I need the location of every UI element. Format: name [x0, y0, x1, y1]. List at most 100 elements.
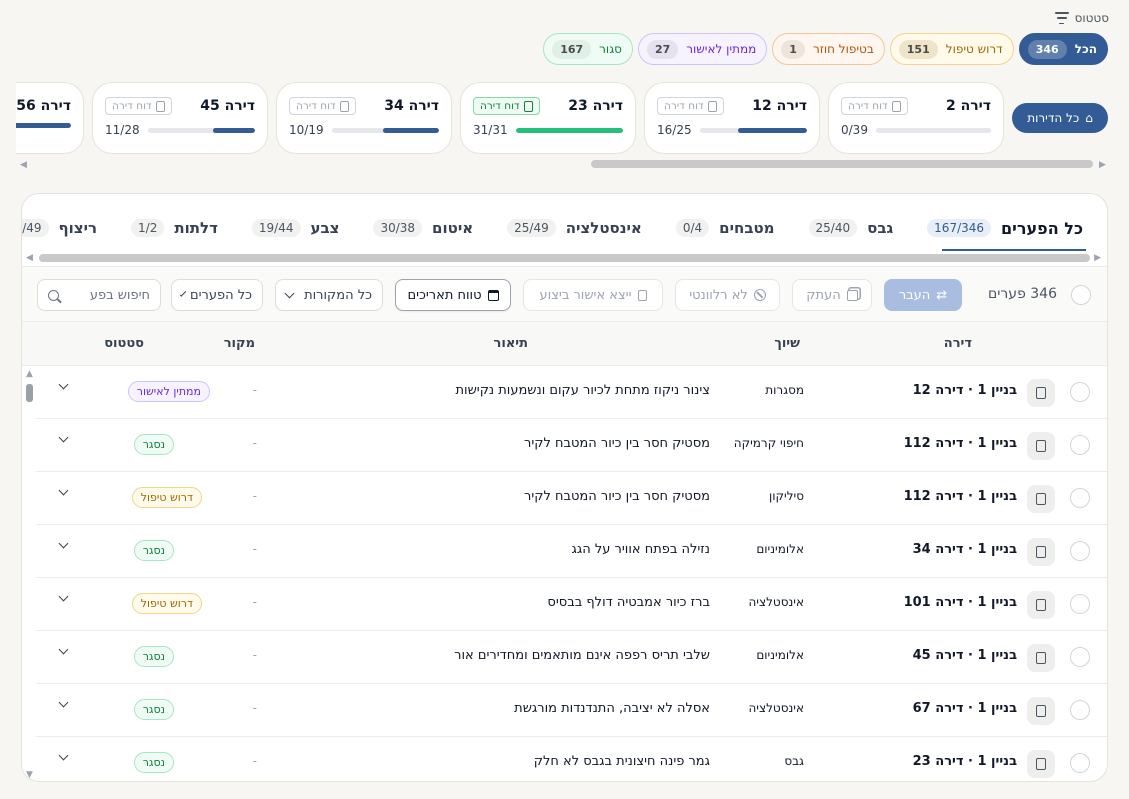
progress-bar-fill	[212, 127, 255, 133]
tabs-scrollbar[interactable]	[39, 254, 1090, 262]
copy-button[interactable]: העתק	[792, 279, 872, 311]
apartment-progress: 31/31	[473, 123, 623, 137]
clipboard-icon[interactable]	[1027, 538, 1055, 566]
export-approval-button[interactable]: ייצא אישור ביצוע	[523, 279, 663, 311]
apartment-card[interactable]: דירה 2 דוח דירה 0/39	[828, 82, 1004, 154]
expand-chevron-icon[interactable]	[58, 750, 69, 761]
table-row[interactable]: בניין 1 · דירה 23 גבס גמר פינה חיצונית בגב…	[36, 737, 1107, 781]
expand-chevron-icon[interactable]	[58, 591, 69, 602]
status-chip-back[interactable]: בטיפול חוזר 1	[772, 33, 885, 65]
document-icon	[637, 289, 647, 301]
row-checkbox[interactable]	[1070, 753, 1090, 773]
status-badge: נסגר	[133, 752, 174, 773]
clipboard-icon[interactable]	[1027, 750, 1055, 778]
apartment-report-button[interactable]: דוח דירה	[289, 97, 356, 115]
apartments-scrollbar[interactable]	[591, 160, 1093, 168]
table-row[interactable]: בניין 1 · דירה 34 אלומיניום נזילה בפתח אוו…	[36, 525, 1107, 578]
apartment-report-button[interactable]: דוח דירה	[105, 97, 172, 115]
tab-7[interactable]: ריצוף 30/49	[22, 216, 97, 240]
tab-3[interactable]: אינסטלציה 25/49	[507, 216, 642, 240]
table-row[interactable]: בניין 1 · דירה 45 אלומיניום שלבי תריס רפפה…	[36, 631, 1107, 684]
clipboard-icon[interactable]	[1027, 379, 1055, 407]
expand-chevron-icon[interactable]	[58, 697, 69, 708]
clipboard-icon[interactable]	[1027, 591, 1055, 619]
expand-chevron-icon[interactable]	[58, 379, 69, 390]
apartment-card[interactable]: דירה 23 דוח דירה 31/31	[460, 82, 636, 154]
expand-chevron-icon[interactable]	[58, 644, 69, 655]
table-scroll-up-icon[interactable]: ▲	[26, 369, 33, 379]
gaps-toolbar: 346 פערים ⇄ העבר העתק לא רלוונטי ייצא איש…	[22, 266, 1107, 322]
status-chip-all[interactable]: הכל 346	[1018, 33, 1108, 65]
apartment-card-header: דירה 56	[16, 95, 71, 117]
clipboard-icon[interactable]	[1027, 432, 1055, 460]
apartment-card[interactable]: דירה 12 דוח דירה 16/25	[644, 82, 820, 154]
tab-6[interactable]: דלתות 1/2	[131, 216, 218, 240]
tab-5[interactable]: צבע 19/44	[251, 216, 339, 240]
move-button[interactable]: ⇄ העבר	[884, 279, 962, 311]
progress-bar	[699, 127, 807, 133]
row-source: -	[252, 648, 257, 662]
document-icon	[707, 100, 717, 112]
status-badge: ממתין לאישור	[127, 381, 210, 402]
apartment-card[interactable]: דירה 34 דוח דירה 10/19	[276, 82, 452, 154]
clipboard-icon[interactable]	[1027, 697, 1055, 725]
status-chip-wait[interactable]: ממתין לאישור 27	[637, 33, 768, 65]
apartment-card-header: דירה 2 דוח דירה	[841, 95, 991, 117]
apartment-card[interactable]: דירה 56	[16, 82, 84, 154]
tabs-scroll-right-icon[interactable]: ▶	[1094, 253, 1101, 263]
status-chip-treat[interactable]: דרוש טיפול 151	[889, 33, 1014, 65]
expand-chevron-icon[interactable]	[58, 485, 69, 496]
status-chip-count: 167	[552, 39, 592, 59]
apartment-report-button[interactable]: דוח דירה	[841, 97, 908, 115]
status-title: סטטוס	[1074, 11, 1109, 25]
row-apartment: בניין 1 · דירה 34	[912, 542, 1017, 557]
expand-chevron-icon[interactable]	[58, 432, 69, 443]
irrelevant-button[interactable]: לא רלוונטי	[675, 279, 780, 311]
apartment-card-header: דירה 12 דוח דירה	[657, 95, 807, 117]
row-checkbox[interactable]	[1070, 382, 1090, 402]
tab-label: איטום	[432, 219, 474, 237]
tab-1[interactable]: גבס 25/40	[808, 216, 893, 240]
tab-4[interactable]: איטום 30/38	[373, 216, 473, 240]
select-all-checkbox[interactable]	[1071, 285, 1091, 305]
apartment-report-button[interactable]: דוח דירה	[473, 97, 540, 115]
apartment-progress: 11/28	[105, 123, 255, 137]
status-chip-closed[interactable]: סגור 167	[543, 33, 633, 65]
table-scrollbar[interactable]	[26, 384, 33, 402]
apartment-report-button[interactable]: דוח דירה	[657, 97, 724, 115]
table-row[interactable]: בניין 1 · דירה 67 אינסטלציה אסלה לא יציבה,…	[36, 684, 1107, 737]
table-row[interactable]: בניין 1 · דירה 101 אינסטלציה ברז כיור אמבט…	[36, 578, 1107, 631]
row-source: -	[252, 383, 257, 397]
table-row[interactable]: בניין 1 · דירה 112 חיפוי קרמיקה מסטיק חסר …	[36, 419, 1107, 472]
search-input[interactable]: חיפוש בפע	[37, 279, 161, 311]
col-apartment: דירה	[943, 336, 972, 351]
row-checkbox[interactable]	[1070, 647, 1090, 667]
row-checkbox[interactable]	[1070, 435, 1090, 455]
scroll-right-icon[interactable]: ▶	[1099, 160, 1106, 170]
tabs-scroll-left-icon[interactable]: ◀	[26, 253, 33, 263]
clipboard-icon[interactable]	[1027, 644, 1055, 672]
date-range-button[interactable]: טווח תאריכים	[395, 279, 511, 311]
clipboard-icon[interactable]	[1027, 485, 1055, 513]
all-apartments-button[interactable]: ⌂ כל הדירות	[1012, 103, 1108, 133]
tab-2[interactable]: מטבחים 0/4	[675, 216, 775, 240]
row-description: נזילה בפתח אוויר על הגג	[571, 542, 710, 557]
sources-dropdown[interactable]: כל המקורות	[275, 279, 383, 311]
row-checkbox[interactable]	[1070, 700, 1090, 720]
scroll-left-icon[interactable]: ◀	[20, 160, 27, 170]
table-row[interactable]: בניין 1 · דירה 112 סיליקון מסטיק חסר בין כ…	[36, 472, 1107, 525]
row-checkbox[interactable]	[1070, 488, 1090, 508]
row-group: גבס	[784, 754, 804, 768]
tab-0[interactable]: כל הפערים 167/346	[927, 216, 1083, 240]
row-source: -	[252, 489, 257, 503]
table-scroll-down-icon[interactable]: ▼	[26, 770, 33, 780]
apartment-card[interactable]: דירה 45 דוח דירה 11/28	[92, 82, 268, 154]
table-row[interactable]: בניין 1 · דירה 12 מסגרות צינור ניקוז מתחת …	[36, 366, 1107, 419]
gaps-count: 346 פערים	[987, 286, 1057, 302]
apartment-name: דירה 34	[384, 98, 439, 114]
row-checkbox[interactable]	[1070, 594, 1090, 614]
expand-chevron-icon[interactable]	[58, 538, 69, 549]
row-checkbox[interactable]	[1070, 541, 1090, 561]
gaps-filter-dropdown[interactable]: כל הפערים	[171, 279, 263, 311]
apartment-card-header: דירה 45 דוח דירה	[105, 95, 255, 117]
